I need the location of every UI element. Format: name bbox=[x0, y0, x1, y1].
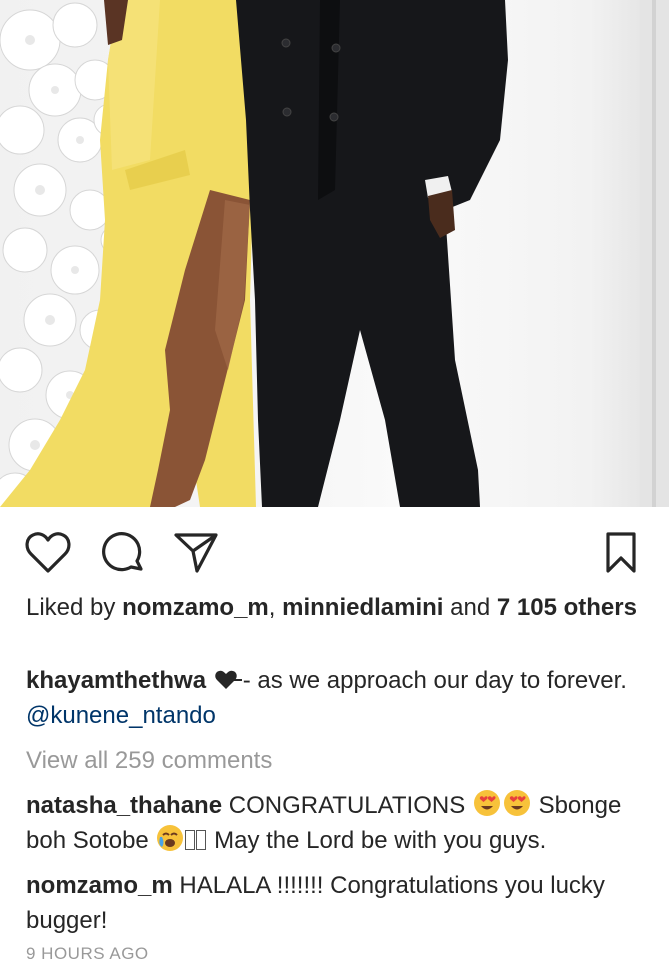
crying-face-emoji-icon bbox=[155, 823, 185, 853]
comment-text: May the Lord be with you guys. bbox=[214, 827, 547, 854]
caption-text: - as we approach our day to forever. bbox=[242, 667, 627, 694]
caption-username[interactable]: khayamthethwa bbox=[26, 667, 206, 694]
speech-bubble-icon[interactable] bbox=[99, 529, 147, 577]
comment-item: nomzamo_m HALALA !!!!!!! Congratulations… bbox=[26, 868, 646, 938]
likes-prefix: Liked by bbox=[26, 594, 123, 621]
caption-mention[interactable]: @kunene_ntando bbox=[26, 702, 216, 729]
post-photo[interactable] bbox=[0, 0, 669, 507]
comment-username[interactable]: nomzamo_m bbox=[26, 872, 173, 899]
bookmark-icon[interactable] bbox=[597, 529, 645, 577]
liker-username-1[interactable]: nomzamo_m bbox=[122, 594, 269, 621]
black-suit bbox=[236, 0, 508, 507]
likes-summary: Liked by nomzamo_m, minniedlamini and 7 … bbox=[26, 590, 646, 625]
paper-plane-icon[interactable] bbox=[172, 529, 220, 577]
post-timestamp: 9 HOURS AGO bbox=[26, 944, 149, 960]
comment-text: CONGRATULATIONS bbox=[228, 792, 466, 819]
likes-and: and bbox=[443, 594, 497, 621]
comment-item: natasha_thahane CONGRATULATIONS Sbonge b… bbox=[26, 788, 646, 858]
heart-eyes-emoji-icon bbox=[472, 788, 502, 818]
heart-outline-icon[interactable] bbox=[24, 529, 72, 577]
missing-glyph-icon bbox=[185, 830, 196, 850]
post-photo-illustration bbox=[0, 0, 669, 507]
action-bar bbox=[0, 518, 669, 582]
liker-username-2[interactable]: minniedlamini bbox=[282, 594, 443, 621]
missing-glyph-icon bbox=[196, 830, 207, 850]
view-all-comments-link[interactable]: View all 259 comments bbox=[26, 743, 646, 778]
comment-username[interactable]: natasha_thahane bbox=[26, 792, 222, 819]
likes-separator: , bbox=[268, 594, 283, 621]
post-caption: khayamthethwa - as we approach our day t… bbox=[26, 663, 646, 733]
likes-others[interactable]: others bbox=[564, 594, 637, 621]
black-heart-emoji-icon bbox=[213, 666, 243, 689]
heart-eyes-emoji-icon bbox=[502, 788, 532, 818]
likes-count[interactable]: 7 105 bbox=[497, 594, 557, 621]
